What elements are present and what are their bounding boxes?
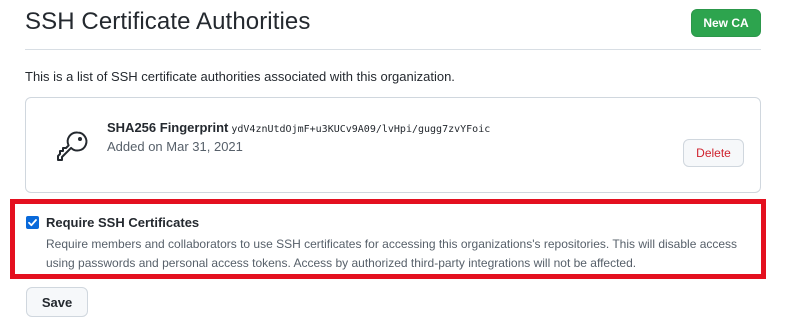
fingerprint-line: SHA256 Fingerprint ydV4znUtdOjmF+u3KUCv9A… — [107, 119, 490, 137]
save-button[interactable]: Save — [26, 287, 88, 317]
page-title: SSH Certificate Authorities — [25, 8, 311, 35]
new-ca-button[interactable]: New CA — [691, 9, 761, 37]
require-ssh-label[interactable]: Require SSH Certificates — [46, 215, 199, 230]
title-divider — [25, 49, 761, 50]
fingerprint-value: ydV4znUtdOjmF+u3KUCv9A09/lvHpi/gugg7zvYF… — [231, 124, 491, 135]
delete-button[interactable]: Delete — [683, 139, 744, 167]
require-ssh-note: Require members and collaborators to use… — [46, 237, 738, 270]
key-icon — [57, 131, 88, 161]
fingerprint-label: SHA256 Fingerprint — [107, 120, 229, 135]
certificate-authority-item: SHA256 Fingerprint ydV4znUtdOjmF+u3KUCv9A… — [25, 97, 761, 193]
require-ssh-checkbox[interactable] — [26, 216, 39, 229]
checkmark-icon — [28, 219, 37, 227]
page-description: This is a list of SSH certificate author… — [25, 69, 455, 84]
added-date: Added on Mar 31, 2021 — [107, 139, 243, 154]
